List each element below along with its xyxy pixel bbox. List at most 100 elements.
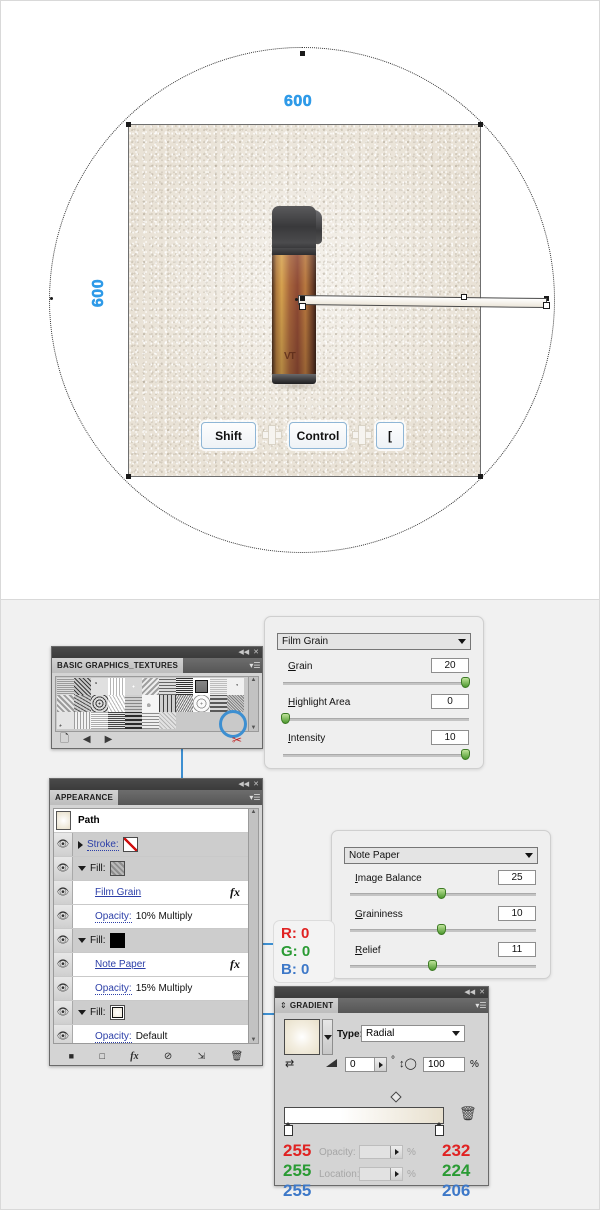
prev-library-icon[interactable]: ◀ — [83, 734, 91, 745]
key-shift[interactable]: Shift — [201, 422, 256, 449]
opacity-3-label[interactable]: Opacity: — [95, 1031, 132, 1043]
chevron-down-icon[interactable] — [458, 639, 466, 644]
gradient-panel[interactable]: ◀◀ ✕ ⇕ GRADIENT ▾☰ Type: Radial ⇄ 0 ° ↕◯… — [274, 986, 489, 1200]
appearance-row-fill-1[interactable]: 👁 Fill: — [54, 857, 248, 881]
highlight-area-slider-track[interactable] — [283, 718, 469, 721]
duplicate-item-icon[interactable]: ⇲ — [198, 1051, 206, 1062]
grain-slider-track[interactable] — [283, 682, 469, 685]
add-new-fill-icon[interactable]: □ — [99, 1051, 104, 1061]
chevron-down-icon[interactable] — [78, 866, 86, 871]
texture-swatch[interactable] — [176, 695, 193, 712]
intensity-slider-thumb[interactable] — [461, 749, 470, 760]
reverse-gradient-icon[interactable]: ⇄ — [285, 1057, 294, 1070]
texture-swatch[interactable] — [57, 695, 74, 712]
visibility-eye-icon[interactable]: 👁 — [54, 977, 73, 1000]
anchor-point-bottom-right[interactable] — [478, 474, 483, 479]
texture-swatch[interactable] — [125, 695, 142, 712]
texture-swatch[interactable] — [193, 678, 210, 695]
grain-value[interactable]: 20 — [431, 658, 469, 673]
relief-slider-track[interactable] — [350, 965, 536, 968]
expand-icon[interactable]: ⇕ — [280, 1001, 287, 1010]
location-stepper[interactable] — [390, 1168, 402, 1180]
filter-select-note-paper[interactable]: Note Paper — [344, 847, 538, 864]
fill-3-swatch-gradient[interactable] — [109, 1005, 125, 1020]
appearance-scrollbar[interactable]: ▲ ▼ — [248, 808, 259, 1044]
visibility-eye-icon[interactable]: 👁 — [54, 1001, 73, 1024]
trash-icon[interactable]: 🗑 — [459, 1105, 477, 1122]
opacity-2-label[interactable]: Opacity: — [95, 983, 132, 995]
fx-icon[interactable]: fx — [230, 957, 240, 972]
visibility-eye-icon[interactable]: 👁 — [54, 953, 73, 976]
gradient-aspect-field[interactable]: 100 — [423, 1057, 465, 1072]
gradient-ramp-slider[interactable] — [284, 1107, 444, 1124]
gradient-radius-handle[interactable] — [299, 303, 306, 310]
anchor-point-top-center[interactable] — [300, 51, 305, 56]
tab-appearance[interactable]: APPEARANCE — [50, 790, 119, 805]
scroll-down-icon[interactable]: ▼ — [251, 1037, 257, 1043]
gradient-stop-right[interactable] — [435, 1122, 444, 1136]
note-paper-filter-dialog[interactable]: Note Paper Image Balance 25 Graininess 1… — [331, 830, 551, 979]
appearance-panel[interactable]: ◀◀ ✕ APPEARANCE ▾☰ Path 👁 Stroke: 👁 Fill… — [49, 778, 263, 1066]
visibility-eye-icon[interactable]: 👁 — [54, 881, 73, 904]
image-balance-value[interactable]: 25 — [498, 870, 536, 885]
gradient-midpoint-diamond[interactable] — [390, 1091, 402, 1103]
add-new-stroke-icon[interactable]: ■ — [69, 1051, 74, 1061]
texture-swatch[interactable] — [91, 712, 108, 729]
appearance-row-film-grain[interactable]: 👁 Film Grain fx — [54, 881, 248, 905]
panel-menu-icon-appearance[interactable]: ▾☰ — [248, 790, 262, 805]
gradient-origin-handle[interactable] — [300, 296, 305, 301]
fill-3-label[interactable]: Fill: — [90, 1007, 106, 1018]
appearance-object-row[interactable]: Path — [54, 809, 248, 833]
grain-slider-thumb[interactable] — [461, 677, 470, 688]
textures-scrollbar[interactable]: ▲ ▼ — [248, 676, 259, 732]
swatch-library-icon[interactable]: 🗋 — [60, 730, 69, 749]
texture-swatch[interactable] — [91, 695, 108, 712]
close-icon[interactable]: ✕ — [253, 649, 259, 656]
texture-swatch[interactable] — [142, 695, 159, 712]
filter-select-film-grain[interactable]: Film Grain — [277, 633, 471, 650]
texture-swatch[interactable] — [142, 712, 159, 729]
chevron-down-icon[interactable] — [78, 1010, 86, 1015]
gradient-presets-dropdown[interactable] — [322, 1019, 333, 1055]
appearance-row-fill-3[interactable]: 👁 Fill: — [54, 1001, 248, 1025]
texture-swatch[interactable] — [227, 678, 244, 695]
texture-swatch[interactable] — [74, 678, 91, 695]
delete-item-icon[interactable]: 🗑 — [231, 1051, 244, 1062]
location-field[interactable] — [359, 1167, 403, 1181]
film-grain-filter-dialog[interactable]: Film Grain GGrainrain 20 Highlight Area … — [264, 616, 484, 769]
stroke-label[interactable]: Stroke: — [87, 839, 119, 851]
effect-note-paper-label[interactable]: Note Paper — [95, 959, 146, 970]
tab-basic-graphics-textures[interactable]: BASIC GRAPHICS_TEXTURES — [52, 658, 184, 673]
intensity-slider-track[interactable] — [283, 754, 469, 757]
anchor-point-top-left[interactable] — [126, 122, 131, 127]
gradient-origin-dot[interactable] — [295, 298, 298, 301]
visibility-eye-icon[interactable]: 👁 — [54, 905, 73, 928]
graininess-value[interactable]: 10 — [498, 906, 536, 921]
texture-swatch[interactable] — [57, 678, 74, 695]
appearance-row-fill-2[interactable]: 👁 Fill: — [54, 929, 248, 953]
texture-swatch[interactable] — [159, 712, 176, 729]
relief-value[interactable]: 11 — [498, 942, 536, 957]
collapse-icon[interactable]: ◀◀ — [238, 781, 249, 788]
scroll-up-icon[interactable]: ▲ — [251, 677, 257, 683]
texture-swatch[interactable] — [176, 678, 193, 695]
fill-1-label[interactable]: Fill: — [90, 863, 106, 874]
gradient-angle-field[interactable]: 0 — [345, 1057, 387, 1072]
appearance-row-stroke[interactable]: 👁 Stroke: — [54, 833, 248, 857]
texture-swatch[interactable] — [91, 678, 108, 695]
delete-swatch-icon[interactable]: ✂ — [232, 733, 242, 747]
texture-swatch[interactable] — [108, 695, 125, 712]
appearance-item-list[interactable]: Path 👁 Stroke: 👁 Fill: 👁 Film Grain fx 👁… — [53, 808, 249, 1044]
appearance-row-opacity-1[interactable]: 👁 Opacity: 10% Multiply — [54, 905, 248, 929]
collapse-icon[interactable]: ◀◀ — [238, 649, 249, 656]
panel-menu-icon-textures[interactable]: ▾☰ — [248, 658, 262, 673]
texture-swatch[interactable] — [74, 712, 91, 729]
opacity-field[interactable] — [359, 1145, 403, 1159]
visibility-eye-icon[interactable]: 👁 — [54, 1025, 73, 1043]
image-balance-slider-thumb[interactable] — [437, 888, 446, 899]
fill-1-swatch-pattern[interactable] — [109, 861, 125, 876]
effect-film-grain-label[interactable]: Film Grain — [95, 887, 141, 898]
swatch-library-panel[interactable]: ◀◀ ✕ BASIC GRAPHICS_TEXTURES ▾☰ ▲ ▼ 🗋 ◀ … — [51, 646, 263, 749]
stroke-swatch-none[interactable] — [122, 837, 138, 852]
key-control[interactable]: Control — [289, 422, 347, 449]
